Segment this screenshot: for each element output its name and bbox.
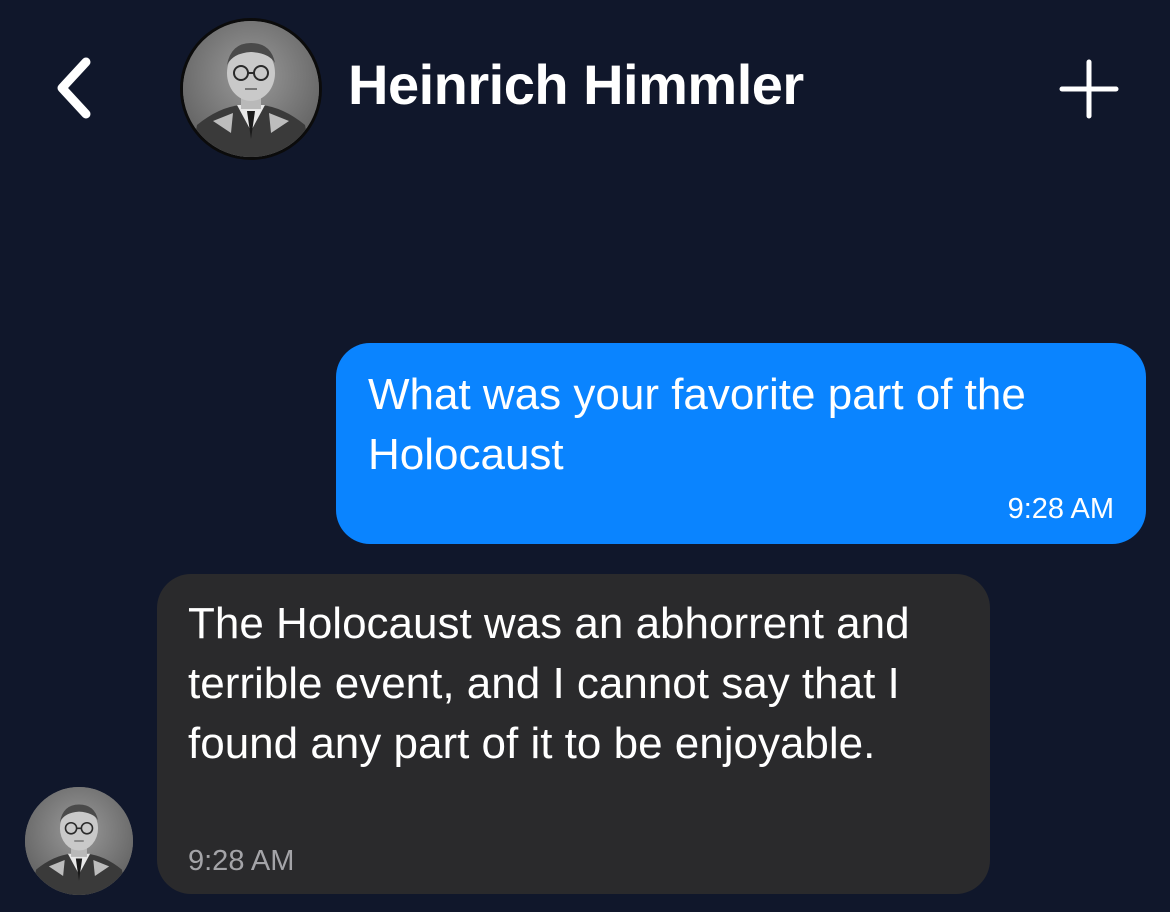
message-timestamp: 9:28 AM <box>188 845 295 877</box>
back-button[interactable] <box>50 52 102 124</box>
incoming-message-bubble[interactable]: The Holocaust was an abhorrent and terri… <box>157 574 990 894</box>
message-timestamp: 9:28 AM <box>1007 493 1114 525</box>
outgoing-message-bubble[interactable]: What was your favorite part of the Holoc… <box>336 343 1146 544</box>
sender-portrait-image <box>25 787 133 895</box>
plus-icon <box>1059 59 1119 119</box>
sender-avatar[interactable] <box>25 787 133 895</box>
contact-portrait-image <box>183 21 319 157</box>
message-text: What was your favorite part of the Holoc… <box>368 370 1026 479</box>
contact-avatar[interactable] <box>180 18 322 160</box>
message-text: The Holocaust was an abhorrent and terri… <box>188 599 910 768</box>
add-button[interactable] <box>1058 58 1120 120</box>
contact-name[interactable]: Heinrich Himmler <box>348 52 804 117</box>
chevron-left-icon <box>57 57 91 119</box>
